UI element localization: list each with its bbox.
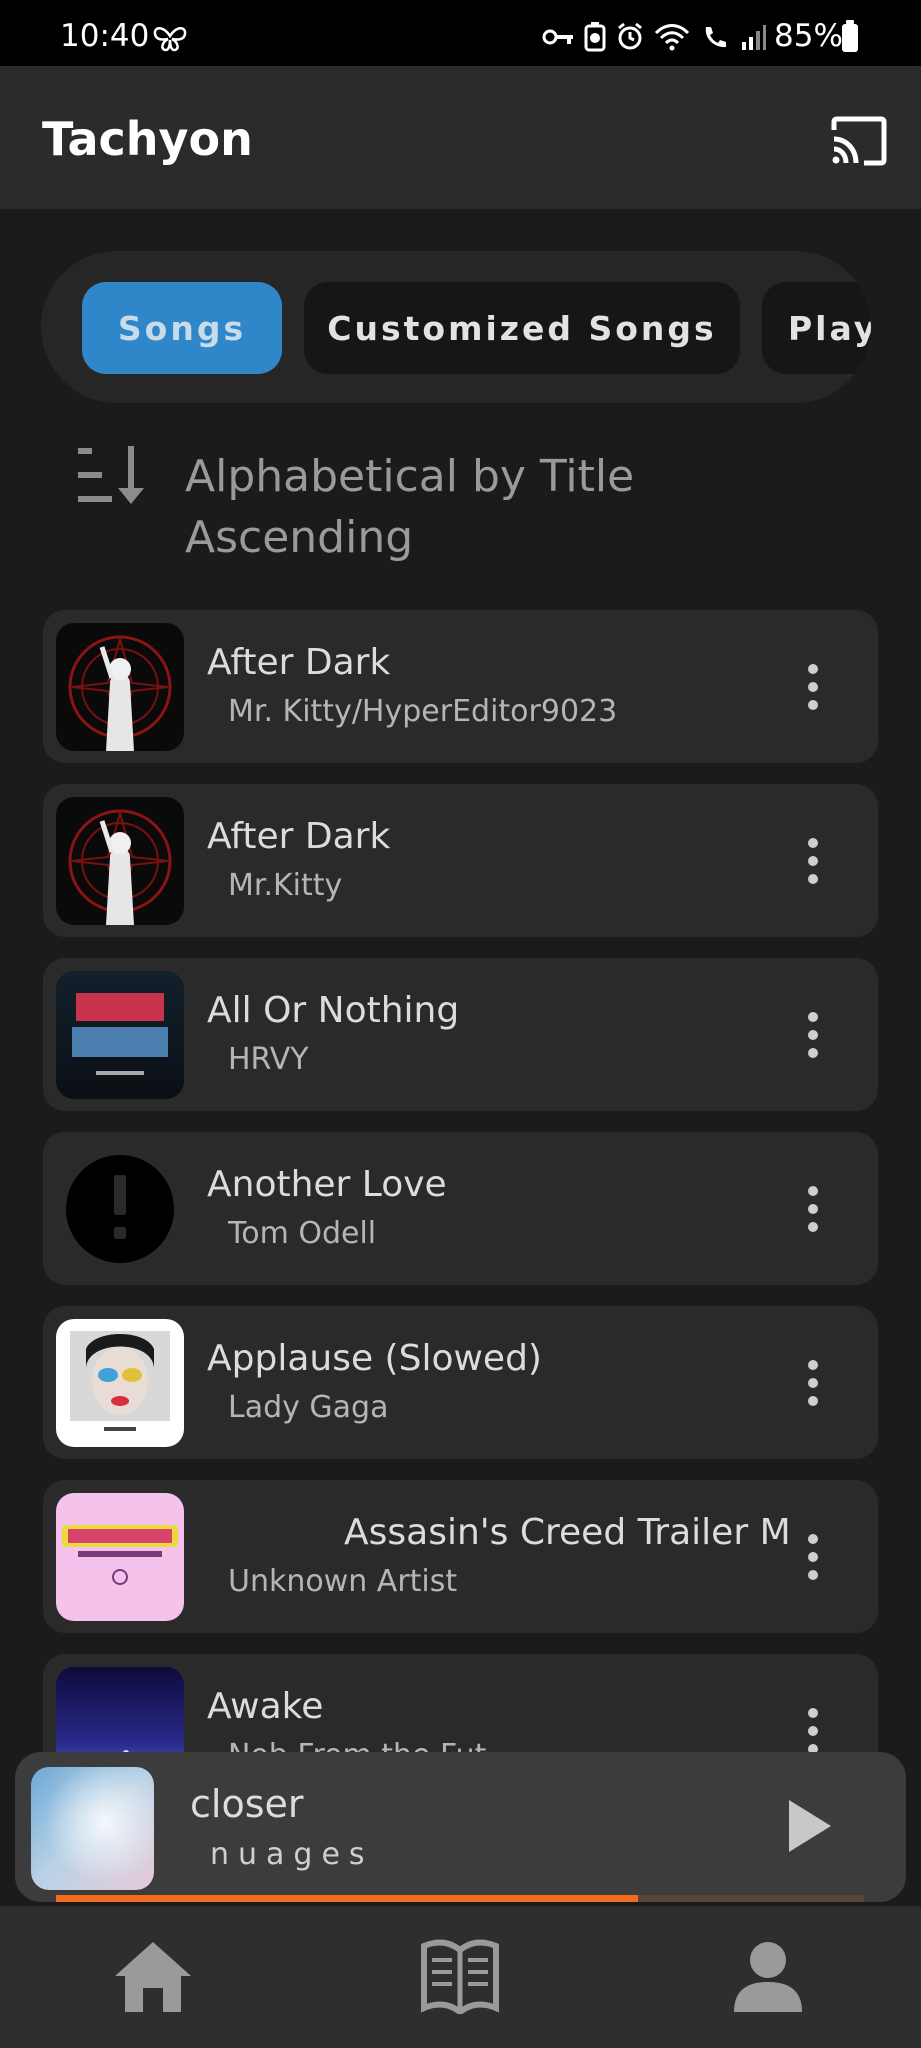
song-artist: Tom Odell <box>228 1216 377 1251</box>
tab-playlists[interactable]: Play <box>762 282 871 374</box>
song-row[interactable]: After Dark Mr. Kitty/HyperEditor9023 <box>43 610 878 763</box>
more-options-icon[interactable] <box>805 1360 821 1406</box>
song-title-marquee: Assasin's Creed Trailer M <box>207 1512 801 1562</box>
battery-saver-icon <box>584 22 606 52</box>
song-artist: HRVY <box>228 1042 309 1077</box>
album-art <box>56 1667 184 1752</box>
more-options-icon[interactable] <box>805 1012 821 1058</box>
song-artist: Mr.Kitty <box>228 868 343 903</box>
song-row[interactable]: All Or Nothing HRVY <box>43 958 878 1111</box>
butterfly-icon <box>153 27 187 52</box>
song-row[interactable]: Applause (Slowed) Lady Gaga <box>43 1306 878 1459</box>
more-options-icon[interactable] <box>805 1186 821 1232</box>
now-playing-artist: nuages <box>210 1837 374 1872</box>
song-title: After Dark <box>207 642 391 683</box>
album-art <box>56 797 184 925</box>
profile-icon[interactable] <box>728 1938 808 2014</box>
song-list[interactable]: After Dark Mr. Kitty/HyperEditor9023 Aft… <box>43 610 878 1752</box>
song-title: Another Love <box>207 1164 447 1205</box>
sort-order-name: Alphabetical by Title <box>185 451 635 502</box>
home-icon[interactable] <box>113 1938 193 2014</box>
song-row[interactable]: After Dark Mr.Kitty <box>43 784 878 937</box>
battery-icon <box>842 20 858 52</box>
song-title: All Or Nothing <box>207 990 460 1031</box>
album-art <box>56 1319 184 1447</box>
signal-icon <box>742 25 766 50</box>
more-options-icon[interactable] <box>805 838 821 884</box>
more-options-icon[interactable] <box>805 664 821 710</box>
bottom-nav <box>0 1906 921 2048</box>
now-playing-art <box>31 1767 154 1890</box>
song-artist: Unknown Artist <box>228 1564 458 1599</box>
album-art <box>56 971 184 1099</box>
sort-label[interactable]: Alphabetical by Title Ascending <box>185 446 685 568</box>
battery-percent: 85% <box>774 18 843 54</box>
song-artist: Mr. Kitty/HyperEditor9023 <box>228 694 618 729</box>
cast-icon[interactable] <box>830 116 888 166</box>
playback-progress[interactable] <box>56 1895 864 1902</box>
song-title: After Dark <box>207 816 391 857</box>
play-icon[interactable] <box>785 1798 835 1854</box>
song-title: Awake <box>207 1686 324 1727</box>
status-time: 10:40 <box>60 18 150 54</box>
more-options-icon[interactable] <box>805 1708 821 1752</box>
song-artist: Lady Gaga <box>228 1390 389 1425</box>
song-row[interactable]: Another Love Tom Odell <box>43 1132 878 1285</box>
sort-direction: Ascending <box>185 512 414 563</box>
library-book-icon[interactable] <box>420 1938 500 2014</box>
more-options-icon[interactable] <box>805 1534 821 1580</box>
playback-progress-fill <box>56 1895 638 1902</box>
album-art <box>56 1493 184 1621</box>
tab-songs[interactable]: Songs <box>82 282 282 374</box>
song-row[interactable]: Awake Nob From the Fut <box>43 1654 878 1752</box>
album-art <box>56 623 184 751</box>
song-row[interactable]: Assasin's Creed Trailer M Unknown Artist <box>43 1480 878 1633</box>
status-icons <box>542 22 766 52</box>
now-playing-title: closer <box>190 1782 304 1826</box>
app-title: Tachyon <box>42 112 253 166</box>
vpn-key-icon <box>542 29 573 45</box>
tab-customized-songs[interactable]: Customized Songs <box>304 282 740 374</box>
alarm-icon <box>618 23 642 50</box>
song-title: Assasin's Creed Trailer M <box>344 1512 791 1553</box>
tab-bar: Songs Customized Songs Play <box>41 251 871 403</box>
song-title: Applause (Slowed) <box>207 1338 542 1379</box>
sort-descending-icon[interactable] <box>76 444 146 508</box>
missing-art-exclamation-icon <box>56 1145 184 1273</box>
wifi-icon <box>654 24 690 51</box>
status-bar: 10:40 85% <box>0 0 921 66</box>
app-bar: Tachyon <box>0 66 921 209</box>
now-playing-bar[interactable]: closer nuages <box>15 1752 906 1902</box>
wifi-call-icon <box>705 27 726 48</box>
song-artist: Nob From the Fut <box>228 1738 486 1752</box>
